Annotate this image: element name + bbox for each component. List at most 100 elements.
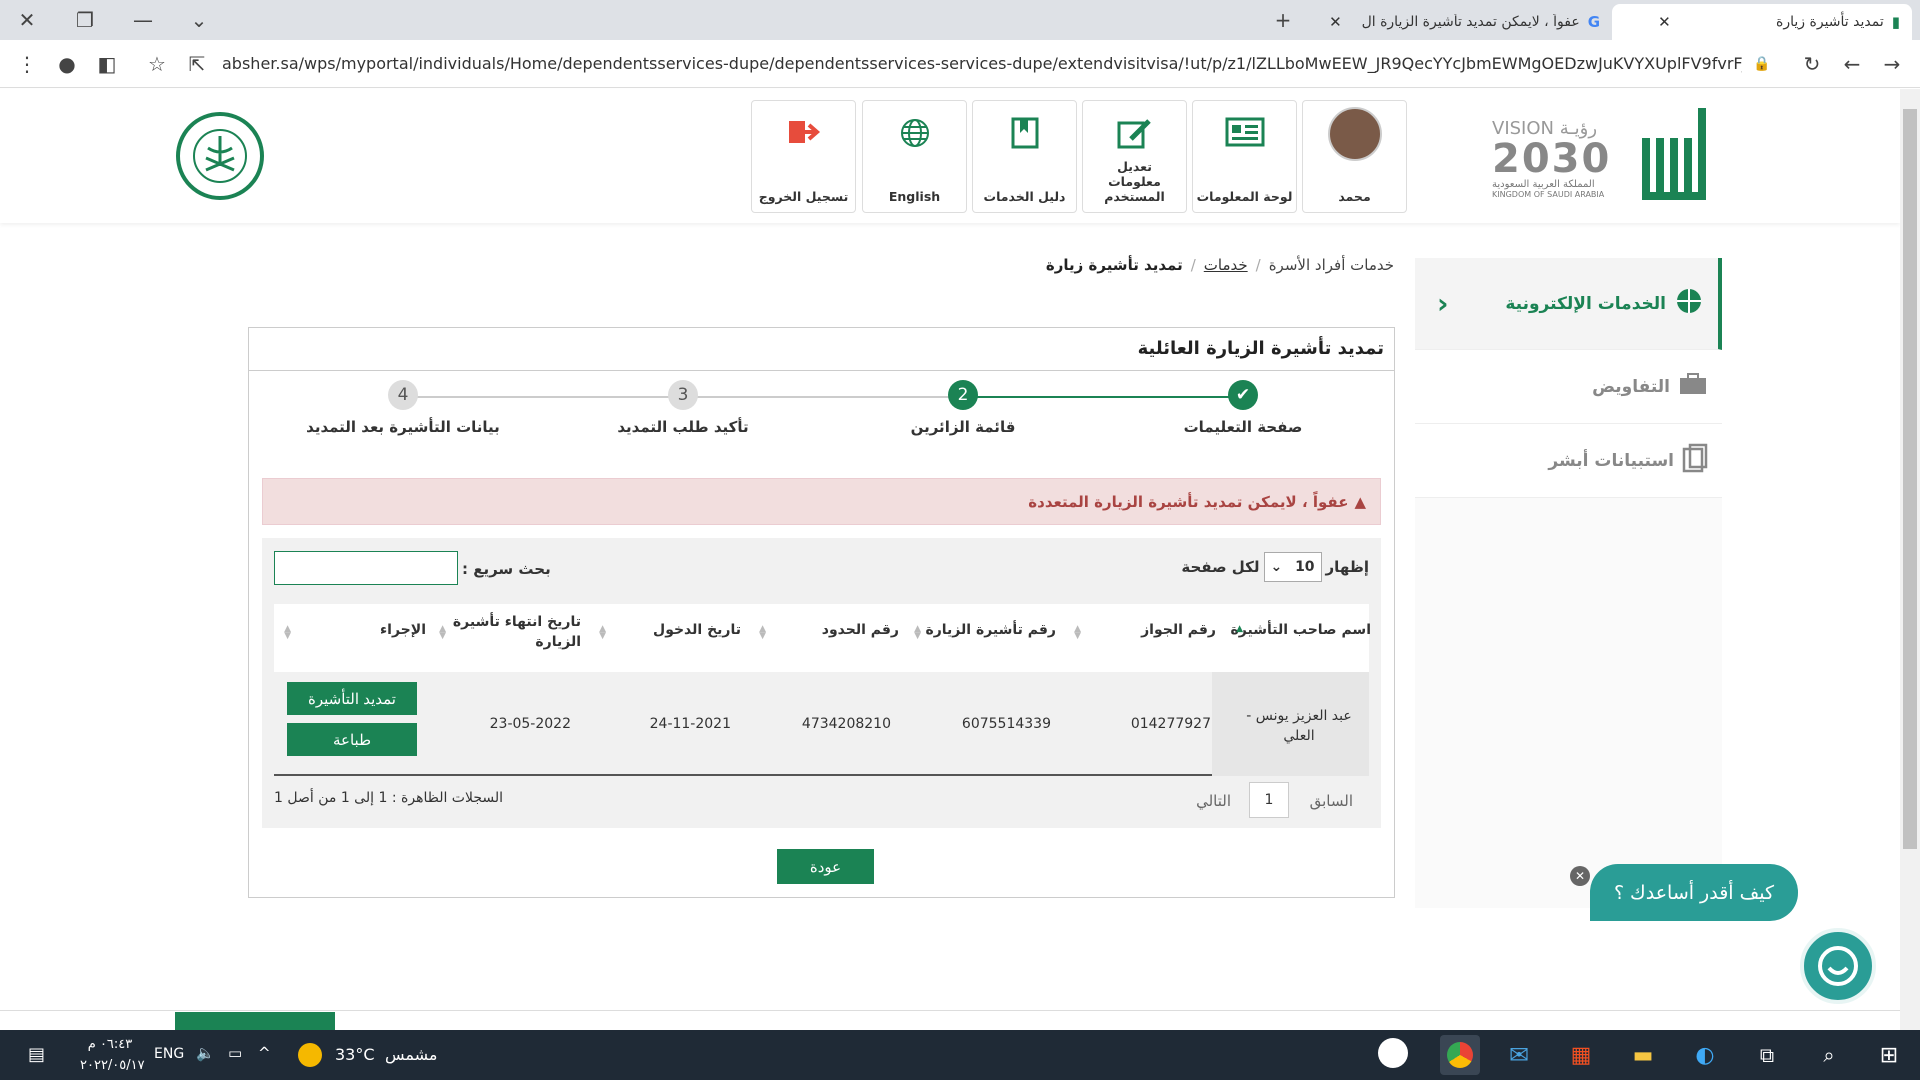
sort-icon[interactable]: ▲ ▼ bbox=[439, 625, 446, 641]
nav-label: محمد bbox=[1338, 189, 1371, 204]
nav-english[interactable]: English bbox=[862, 100, 967, 213]
sidebar-item-surveys[interactable]: استبيانات أبشر bbox=[1415, 424, 1722, 498]
extend-visa-button[interactable]: تمديد التأشيرة bbox=[287, 682, 417, 715]
breadcrumb-separator: / bbox=[1255, 256, 1261, 274]
close-window-icon[interactable]: ✕ bbox=[10, 3, 44, 37]
edge-icon[interactable]: ◐ bbox=[1688, 1038, 1722, 1072]
sun-icon bbox=[298, 1043, 322, 1067]
print-button[interactable]: طباعة bbox=[287, 723, 417, 756]
tab-active[interactable]: ▮ تمديد تأشيرة زيارة ✕ bbox=[1612, 4, 1912, 40]
logout-icon bbox=[752, 117, 855, 147]
nav-edit-user-info[interactable]: تعديل معلومات المستخدم bbox=[1082, 100, 1187, 213]
sidebar-item-delegations[interactable]: التفاويض bbox=[1415, 350, 1722, 424]
chevron-up-icon[interactable]: ^ bbox=[258, 1044, 271, 1062]
chat-bot-icon[interactable] bbox=[1800, 928, 1876, 1004]
nav-logout[interactable]: تسجيل الخروج bbox=[751, 100, 856, 213]
url-field[interactable]: absher.sa/wps/myportal/individuals/Home/… bbox=[222, 54, 1742, 73]
sidebar-item-e-services[interactable]: الخدمات الإلكترونية ‹ bbox=[1415, 258, 1722, 350]
col-header-visa-number[interactable]: رقم تأشيرة الزيارة bbox=[925, 622, 1056, 638]
close-tab-icon[interactable]: ✕ bbox=[1658, 13, 1671, 31]
mail-icon[interactable]: ✉ bbox=[1502, 1038, 1536, 1072]
store-icon[interactable]: ▦ bbox=[1564, 1038, 1598, 1072]
footer-divider bbox=[0, 1010, 1900, 1011]
profile-icon[interactable]: ● bbox=[50, 47, 84, 81]
menu-icon[interactable]: ⋮ bbox=[10, 47, 44, 81]
absher-logo[interactable] bbox=[1638, 104, 1714, 210]
chat-help-bubble[interactable]: كيف أقدر أساعدك ؟ bbox=[1590, 864, 1798, 921]
share-icon[interactable]: ⇱ bbox=[180, 47, 214, 81]
minimize-window-icon[interactable]: — bbox=[126, 3, 160, 37]
windows-taskbar: ▤ ٠٦:٤٣ م ٢٠٢٢/٠٥/١٧ ENG 🔈 ▭ ^ 33°C مشمس… bbox=[0, 1030, 1920, 1080]
step-number: 2 bbox=[948, 380, 978, 410]
chat-close-icon[interactable]: ✕ bbox=[1570, 866, 1590, 886]
tab-title: عفواً ، لايمكن تمديد تأشيرة الزيارة ال bbox=[1361, 14, 1580, 30]
sort-icon[interactable]: ▲ ▼ bbox=[284, 625, 291, 641]
col-header-action[interactable]: الإجراء bbox=[380, 622, 426, 638]
network-icon[interactable]: ▭ bbox=[228, 1044, 242, 1062]
side-panel-icon[interactable]: ◧ bbox=[90, 47, 124, 81]
page-size-select[interactable]: 10 ⌄ bbox=[1263, 552, 1322, 582]
windows-start-icon[interactable]: ⊞ bbox=[1872, 1038, 1906, 1072]
sort-icon[interactable]: ▲ ▼ bbox=[914, 625, 921, 641]
back-icon[interactable]: ← bbox=[1835, 47, 1869, 81]
cell-passport: 014277927 bbox=[1130, 716, 1211, 732]
weather-condition[interactable]: مشمس bbox=[385, 1045, 438, 1064]
weather-temp[interactable]: 33°C bbox=[335, 1045, 375, 1064]
chevron-left-icon[interactable]: ‹ bbox=[1437, 287, 1449, 320]
folder-icon[interactable]: ▬ bbox=[1626, 1038, 1660, 1072]
step-label: بيانات التأشيرة بعد التمديد bbox=[306, 418, 500, 436]
data-table-wrapper: إظهار 10 ⌄ لكل صفحة بحث سريع : اسم صاحب … bbox=[262, 538, 1381, 828]
chrome-icon[interactable] bbox=[1440, 1035, 1480, 1075]
restore-window-icon[interactable]: ❐ bbox=[68, 3, 102, 37]
close-tab-icon[interactable]: ✕ bbox=[1329, 13, 1342, 31]
col-header-name[interactable]: اسم صاحب التأشيرة bbox=[1231, 622, 1371, 638]
browser-tab-strip: ✕ ❐ — ⌄ + G عفواً ، لايمكن تمديد تأشيرة … bbox=[0, 0, 1920, 40]
volume-icon[interactable]: 🔈 bbox=[196, 1044, 215, 1062]
col-header-border-number[interactable]: رقم الحدود bbox=[822, 622, 899, 638]
nav-services-guide[interactable]: دليل الخدمات bbox=[972, 100, 1077, 213]
task-view-icon[interactable]: ⧉ bbox=[1750, 1038, 1784, 1072]
sidebar-item-label: التفاويض bbox=[1592, 376, 1670, 397]
error-alert: ▲ عفواً ، لايمكن تمديد تأشيرة الزيارة ال… bbox=[262, 478, 1381, 525]
app-icon[interactable] bbox=[1378, 1038, 1408, 1068]
avatar bbox=[1303, 107, 1406, 161]
bookmark-star-icon[interactable]: ☆ bbox=[140, 47, 174, 81]
back-button[interactable]: عودة bbox=[777, 849, 874, 884]
breadcrumb-item-services[interactable]: خدمات bbox=[1204, 256, 1248, 274]
step-visitors-list: 2 قائمة الزائرين bbox=[833, 380, 1093, 436]
pagination-next[interactable]: التالي bbox=[1196, 792, 1231, 810]
pagination-prev[interactable]: السابق bbox=[1310, 792, 1353, 810]
col-header-expiry-date[interactable]: تاريخ انتهاء تأشيرة الزيارة bbox=[451, 612, 581, 652]
edit-icon bbox=[1083, 117, 1186, 151]
sort-icon[interactable]: ▲ ▼ bbox=[759, 625, 766, 641]
col-header-passport[interactable]: رقم الجواز bbox=[1141, 622, 1216, 638]
search-input[interactable] bbox=[274, 551, 458, 585]
title-divider bbox=[249, 370, 1394, 371]
sidebar: الخدمات الإلكترونية ‹ التفاويض استبيانات… bbox=[1415, 258, 1722, 908]
col-header-entry-date[interactable]: تاريخ الدخول bbox=[653, 622, 741, 638]
lock-icon[interactable]: 🔒 bbox=[1745, 47, 1779, 81]
reload-icon[interactable]: ↻ bbox=[1795, 47, 1829, 81]
dashboard-icon bbox=[1193, 117, 1296, 147]
sidebar-item-label: استبيانات أبشر bbox=[1548, 450, 1674, 471]
page-scrollbar[interactable] bbox=[1900, 89, 1920, 1030]
forward-icon[interactable]: → bbox=[1875, 47, 1909, 81]
breadcrumb-item-family-services[interactable]: خدمات أفراد الأسرة bbox=[1269, 256, 1394, 274]
vision-number: 2030 bbox=[1492, 136, 1612, 182]
notifications-icon[interactable]: ▤ bbox=[28, 1044, 45, 1065]
search-icon[interactable]: ⌕ bbox=[1812, 1038, 1846, 1072]
new-tab-icon[interactable]: + bbox=[1266, 3, 1300, 37]
tab-inactive[interactable]: G عفواً ، لايمكن تمديد تأشيرة الزيارة ال… bbox=[1312, 4, 1612, 40]
tab-search-icon[interactable]: ⌄ bbox=[182, 3, 216, 37]
saudi-emblem-logo[interactable] bbox=[176, 112, 264, 200]
nav-dashboard[interactable]: لوحة المعلومات bbox=[1192, 100, 1297, 213]
nav-user-profile[interactable]: محمد bbox=[1302, 100, 1407, 213]
sort-icon[interactable]: ▲ ▼ bbox=[1074, 625, 1081, 641]
google-favicon-icon: G bbox=[1587, 13, 1600, 31]
sort-icon[interactable]: ▲ ▼ bbox=[599, 625, 606, 641]
scrollbar-thumb[interactable] bbox=[1903, 109, 1917, 849]
pagination-page[interactable]: 1 bbox=[1249, 782, 1289, 818]
language-indicator[interactable]: ENG bbox=[154, 1046, 184, 1062]
sort-asc-icon[interactable]: ▲ bbox=[1236, 625, 1243, 634]
clock[interactable]: ٠٦:٤٣ م ٢٠٢٢/٠٥/١٧ bbox=[80, 1034, 145, 1076]
